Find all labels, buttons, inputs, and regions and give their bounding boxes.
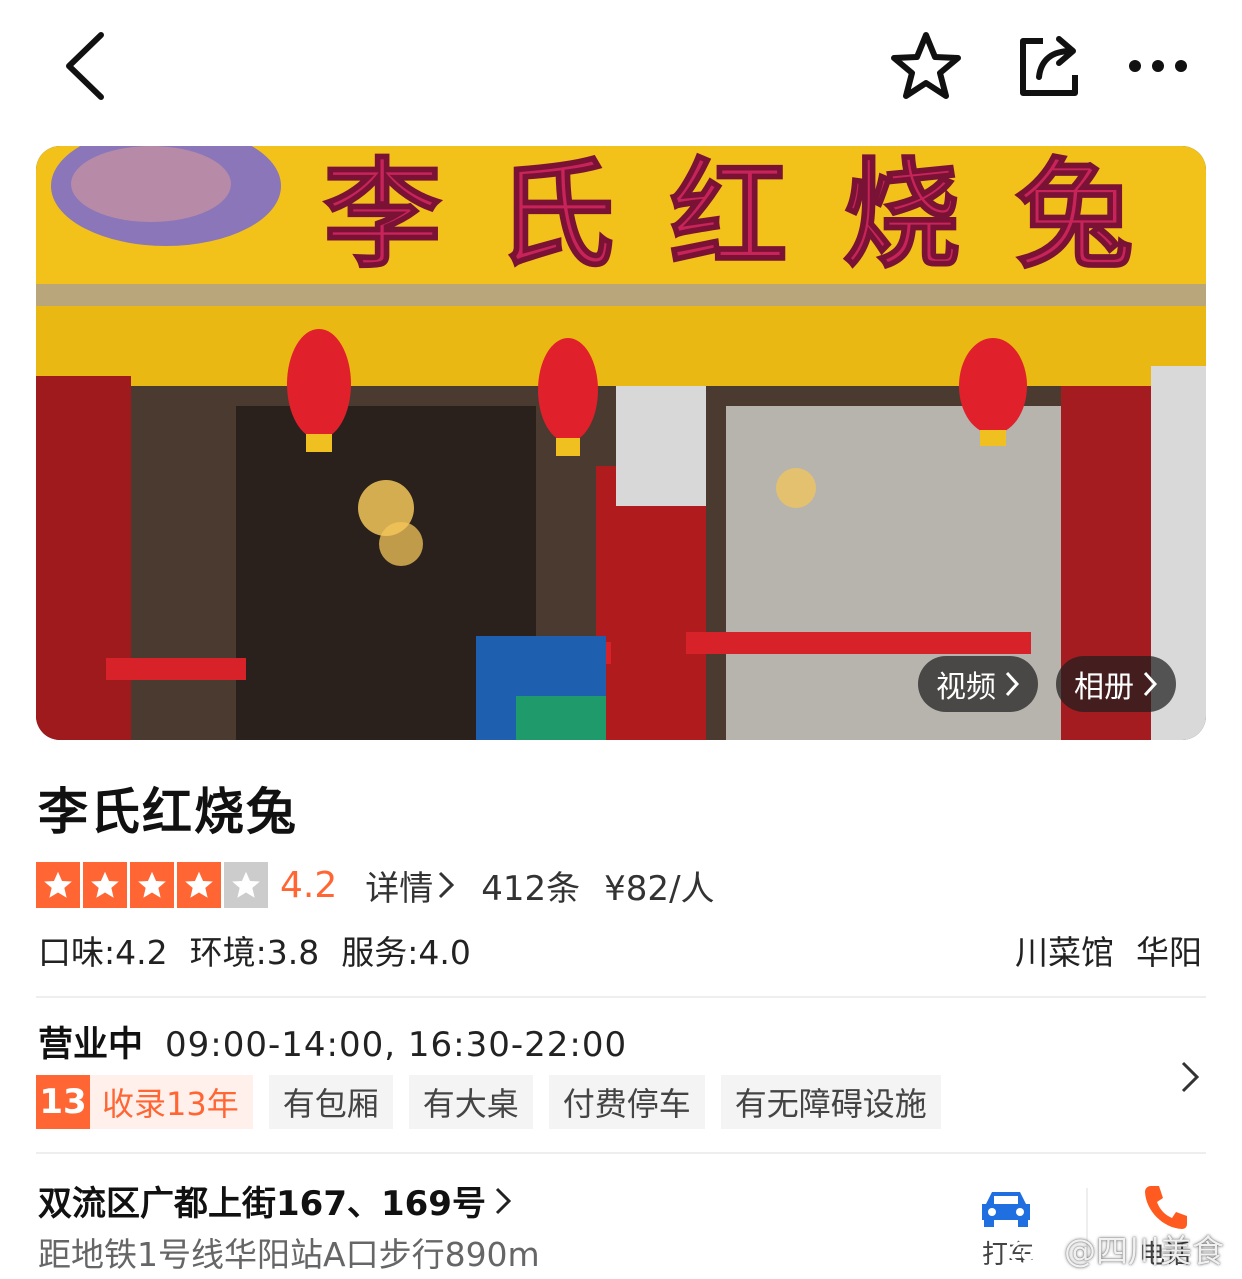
- metro-distance: 距地铁1号线华阳站A口步行890m: [38, 1235, 540, 1274]
- star-filled: [130, 862, 174, 908]
- chevron-right-icon: [1143, 671, 1158, 697]
- detail-label: 详情: [365, 868, 434, 909]
- hours-detail-arrow[interactable]: [1168, 1055, 1212, 1099]
- star-icon: [232, 871, 260, 898]
- taste-score: 口味:4.2: [38, 933, 168, 972]
- star-empty: [224, 862, 268, 908]
- rating-score: 4.2: [280, 864, 338, 906]
- more-options-button[interactable]: [1118, 28, 1198, 104]
- phone-icon: [1145, 1186, 1187, 1229]
- car-icon: [982, 1192, 1030, 1227]
- top-nav-bar: [0, 0, 1242, 130]
- star-filled: [177, 862, 221, 908]
- album-label: 相册: [1074, 670, 1134, 705]
- chevron-right-icon: [1181, 1061, 1200, 1093]
- video-button[interactable]: 视频: [918, 656, 1038, 712]
- sign-text: 李氏红烧兔: [323, 146, 1188, 284]
- album-button[interactable]: 相册: [1056, 656, 1176, 712]
- tag-item: 有大桌: [408, 1075, 533, 1129]
- weibo-logo-icon: [1009, 1233, 1056, 1267]
- rating-detail-link[interactable]: 详情: [365, 861, 455, 910]
- share-icon: [1020, 36, 1078, 96]
- video-label: 视频: [936, 670, 996, 705]
- tag-item: 有包厢: [268, 1075, 393, 1129]
- service-score: 服务:4.0: [341, 933, 471, 972]
- share-button[interactable]: [1008, 28, 1088, 104]
- chevron-right-icon: [495, 1187, 512, 1214]
- star-icon: [138, 871, 166, 898]
- tag-item: 付费停车: [548, 1075, 705, 1129]
- years-listed-tag: 13 收录13年: [36, 1075, 253, 1129]
- shop-name: 李氏红烧兔: [38, 783, 298, 841]
- star-icon: [44, 871, 72, 898]
- star-icon: [185, 871, 213, 898]
- tag-item: 有无障碍设施: [720, 1075, 941, 1129]
- hours-text: 09:00-14:00, 16:30-22:00: [165, 1025, 628, 1065]
- watermark-text: @四川美食: [1064, 1232, 1225, 1270]
- star-rating: [36, 862, 268, 908]
- watermark: @四川美食: [1008, 1226, 1224, 1272]
- sub-scores-row: 口味:4.2 环境:3.8 服务:4.0 川菜馆 华阳: [38, 926, 1204, 974]
- divider: [36, 996, 1206, 998]
- more-dots-icon: [1129, 60, 1187, 72]
- area-label[interactable]: 华阳: [1136, 926, 1202, 974]
- favorite-button[interactable]: [885, 28, 967, 104]
- open-status: 营业中: [38, 1025, 144, 1065]
- review-count: 412条: [481, 868, 581, 909]
- feature-tags[interactable]: 13 收录13年 有包厢 有大桌 付费停车 有无障碍设施: [36, 1075, 941, 1129]
- star-outline-icon: [891, 32, 961, 99]
- address-link[interactable]: 双流区广都上街167、169号: [38, 1176, 512, 1225]
- divider: [36, 1152, 1206, 1154]
- rating-row: 4.2 详情 412条 ¥82/人: [36, 860, 715, 910]
- back-button[interactable]: [50, 28, 120, 104]
- chevron-right-icon: [439, 871, 455, 899]
- business-hours[interactable]: 营业中 09:00-14:00, 16:30-22:00: [38, 1016, 627, 1067]
- environment-score: 环境:3.8: [189, 933, 320, 972]
- category-label[interactable]: 川菜馆: [1015, 926, 1114, 974]
- price-per-person: ¥82/人: [604, 868, 715, 909]
- chevron-left-icon: [66, 32, 104, 100]
- star-filled: [36, 862, 80, 908]
- star-filled: [83, 862, 127, 908]
- chevron-right-icon: [1005, 671, 1020, 697]
- years-badge: 13: [36, 1075, 90, 1129]
- years-label: 收录13年: [102, 1085, 239, 1123]
- star-icon: [91, 871, 119, 898]
- storefront-photo[interactable]: 李氏红烧兔: [36, 146, 1206, 740]
- address-text: 双流区广都上街167、169号: [38, 1184, 486, 1224]
